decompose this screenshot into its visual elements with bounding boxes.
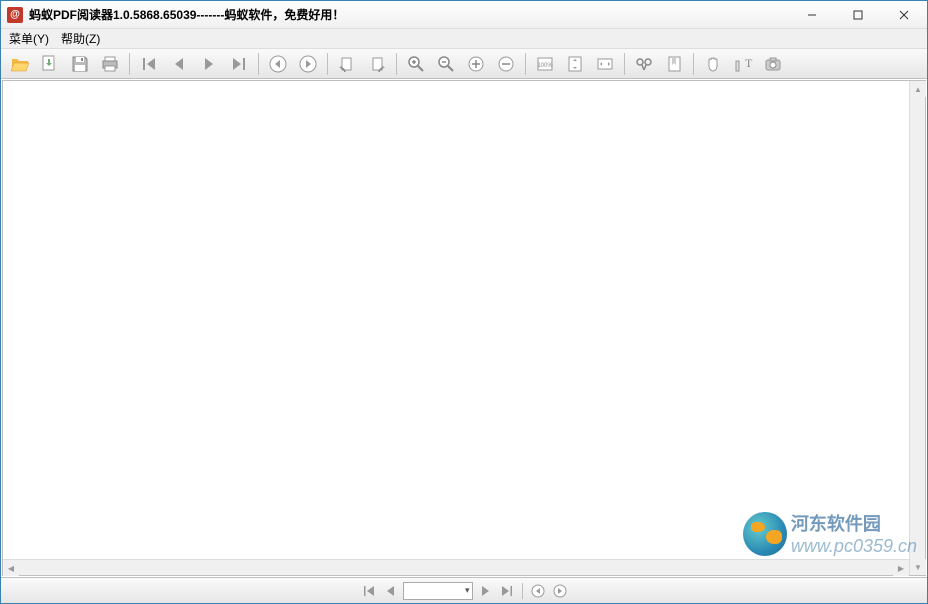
print-button[interactable] <box>97 51 123 77</box>
save-button[interactable] <box>67 51 93 77</box>
enlarge-button[interactable] <box>463 51 489 77</box>
actual-size-button[interactable]: 100% <box>532 51 558 77</box>
title-bar: @ 蚂蚁PDF阅读器1.0.5868.65039-------蚂蚁软件，免费好用… <box>1 1 927 29</box>
fit-width-button[interactable] <box>592 51 618 77</box>
next-page-button[interactable] <box>196 51 222 77</box>
close-button[interactable] <box>881 1 927 28</box>
bottom-nav-forward-button[interactable] <box>550 581 570 601</box>
minimize-button[interactable] <box>789 1 835 28</box>
maximize-button[interactable] <box>835 1 881 28</box>
main-toolbar: 100% T <box>1 49 927 79</box>
app-icon: @ <box>7 7 23 23</box>
snapshot-button[interactable] <box>760 51 786 77</box>
scroll-track[interactable] <box>19 560 893 575</box>
toolbar-separator <box>327 53 328 75</box>
find-button[interactable] <box>631 51 657 77</box>
watermark: 河东软件园 www.pc0359.cn <box>743 510 917 557</box>
text-select-button[interactable]: T <box>730 51 756 77</box>
zoom-in-button[interactable] <box>403 51 429 77</box>
horizontal-scrollbar[interactable]: ◀ ▶ <box>3 559 909 575</box>
bottom-separator <box>522 583 523 599</box>
nav-back-button[interactable] <box>265 51 291 77</box>
scroll-right-icon[interactable]: ▶ <box>893 560 909 576</box>
window-title: 蚂蚁PDF阅读器1.0.5868.65039-------蚂蚁软件，免费好用！ <box>29 6 789 23</box>
page-number-input[interactable]: ▾ <box>403 582 473 600</box>
bottom-prev-page-button[interactable] <box>381 581 401 601</box>
menu-item-help[interactable]: 帮助(Z) <box>61 30 100 47</box>
scroll-track[interactable] <box>910 97 925 559</box>
document-viewport[interactable]: ▲ ▼ ◀ ▶ 河东软件园 www.pc0359.cn <box>2 80 926 576</box>
toolbar-separator <box>624 53 625 75</box>
first-page-button[interactable] <box>136 51 162 77</box>
toolbar-separator <box>129 53 130 75</box>
menu-bar: 菜单(Y) 帮助(Z) <box>1 29 927 49</box>
open-button[interactable] <box>7 51 33 77</box>
rotate-cw-button[interactable] <box>364 51 390 77</box>
svg-text:100%: 100% <box>537 63 553 69</box>
scroll-left-icon[interactable]: ◀ <box>3 560 19 576</box>
zoom-out-button[interactable] <box>433 51 459 77</box>
menu-item-file[interactable]: 菜单(Y) <box>9 30 49 47</box>
scroll-up-icon[interactable]: ▲ <box>910 81 926 97</box>
svg-text:T: T <box>745 56 753 70</box>
prev-page-button[interactable] <box>166 51 192 77</box>
watermark-url: www.pc0359.cn <box>791 536 917 556</box>
toolbar-separator <box>258 53 259 75</box>
toolbar-separator <box>396 53 397 75</box>
rotate-ccw-button[interactable] <box>334 51 360 77</box>
hand-tool-button[interactable] <box>700 51 726 77</box>
toolbar-separator <box>693 53 694 75</box>
last-page-button[interactable] <box>226 51 252 77</box>
bottom-next-page-button[interactable] <box>475 581 495 601</box>
scroll-down-icon[interactable]: ▼ <box>910 559 926 575</box>
vertical-scrollbar[interactable]: ▲ ▼ <box>909 81 925 575</box>
globe-icon <box>743 512 787 556</box>
watermark-brand: 河东软件园 <box>791 514 881 534</box>
fit-page-button[interactable] <box>562 51 588 77</box>
bookmark-button[interactable] <box>661 51 687 77</box>
window-controls <box>789 1 927 28</box>
bottom-last-page-button[interactable] <box>497 581 517 601</box>
shrink-button[interactable] <box>493 51 519 77</box>
bottom-nav-bar: ▾ <box>1 577 927 603</box>
bottom-nav-back-button[interactable] <box>528 581 548 601</box>
bottom-first-page-button[interactable] <box>359 581 379 601</box>
chevron-down-icon[interactable]: ▾ <box>465 585 470 596</box>
toolbar-separator <box>525 53 526 75</box>
nav-forward-button[interactable] <box>295 51 321 77</box>
save-to-button[interactable] <box>37 51 63 77</box>
